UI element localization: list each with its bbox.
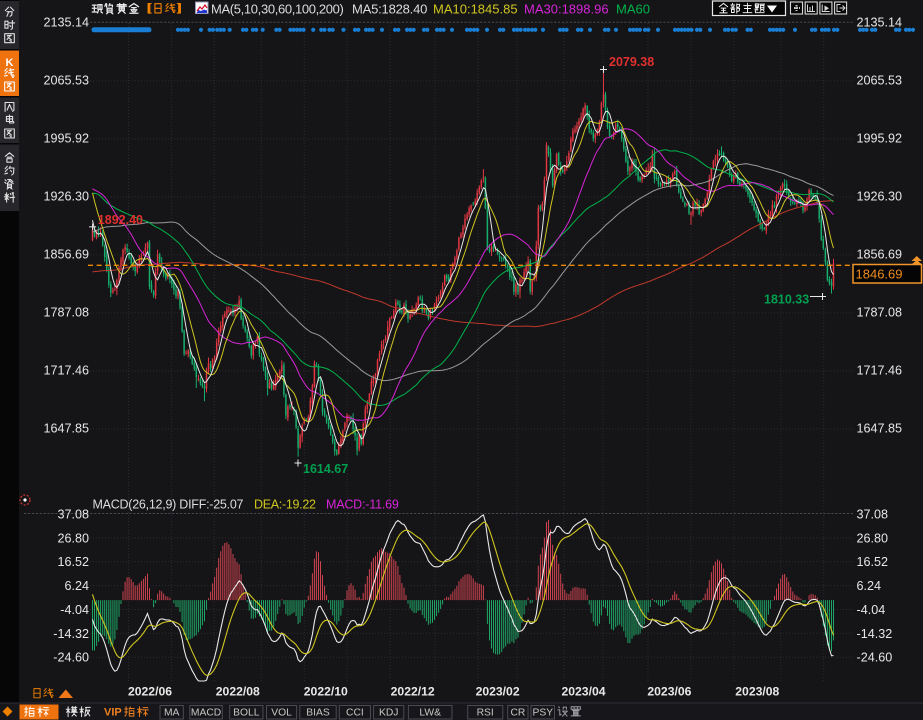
svg-text:1926.30: 1926.30 <box>857 190 903 204</box>
svg-text:6.24: 6.24 <box>64 579 89 593</box>
svg-text:1892.40: 1892.40 <box>98 213 143 227</box>
svg-text:BOLL: BOLL <box>233 708 260 719</box>
svg-text:1810.33: 1810.33 <box>764 293 809 307</box>
svg-text:2135.14: 2135.14 <box>43 16 89 30</box>
svg-text:-24.60: -24.60 <box>53 651 89 665</box>
svg-text:1926.30: 1926.30 <box>43 190 89 204</box>
svg-text:MACD: MACD <box>191 708 221 719</box>
svg-text:VOL: VOL <box>271 708 292 719</box>
svg-text:MACD(26,12,9) DIFF:-25.07: MACD(26,12,9) DIFF:-25.07 <box>93 498 244 512</box>
svg-text:1846.69: 1846.69 <box>856 267 903 282</box>
svg-text:K: K <box>6 57 14 69</box>
svg-text:2022/06: 2022/06 <box>128 685 172 699</box>
svg-text:2022/10: 2022/10 <box>304 685 348 699</box>
svg-text:26.80: 26.80 <box>57 532 89 546</box>
svg-text:-14.32: -14.32 <box>857 627 893 641</box>
svg-text:VIP: VIP <box>104 707 122 719</box>
svg-text:-14.32: -14.32 <box>53 627 89 641</box>
svg-text:2023/08: 2023/08 <box>735 685 779 699</box>
svg-text:MACD:-11.69: MACD:-11.69 <box>326 498 399 512</box>
svg-text:RSI: RSI <box>477 708 494 719</box>
svg-text:-24.60: -24.60 <box>857 651 893 665</box>
svg-text:2023/02: 2023/02 <box>476 685 520 699</box>
svg-text:MA60: MA60 <box>616 2 650 17</box>
svg-text:1856.69: 1856.69 <box>43 248 89 262</box>
svg-text:2022/08: 2022/08 <box>216 685 260 699</box>
svg-text:-4.04: -4.04 <box>857 603 886 617</box>
svg-text:BIAS: BIAS <box>306 708 330 719</box>
svg-text:MA10:1845.85: MA10:1845.85 <box>433 2 518 17</box>
svg-text:LW&: LW& <box>419 708 441 719</box>
svg-text:DEA:-19.22: DEA:-19.22 <box>254 498 316 512</box>
svg-text:1995.92: 1995.92 <box>857 132 903 146</box>
svg-text:37.08: 37.08 <box>57 508 89 522</box>
svg-text:2023/04: 2023/04 <box>561 685 605 699</box>
svg-text:1717.46: 1717.46 <box>43 364 89 378</box>
svg-text:1787.08: 1787.08 <box>43 306 89 320</box>
svg-text:1856.69: 1856.69 <box>857 248 903 262</box>
svg-text:2065.53: 2065.53 <box>43 74 89 88</box>
svg-text:16.52: 16.52 <box>57 555 89 569</box>
svg-text:2022/12: 2022/12 <box>391 685 435 699</box>
svg-text:1995.92: 1995.92 <box>43 132 89 146</box>
svg-text:2079.38: 2079.38 <box>609 55 654 69</box>
svg-text:2023/06: 2023/06 <box>647 685 691 699</box>
svg-text:MA5:1828.40: MA5:1828.40 <box>352 2 427 17</box>
svg-text:CCI: CCI <box>346 708 364 719</box>
svg-text:2135.14: 2135.14 <box>857 16 903 30</box>
svg-text:37.08: 37.08 <box>857 508 889 522</box>
svg-text:MA: MA <box>164 708 180 719</box>
svg-text:-4.04: -4.04 <box>60 603 89 617</box>
svg-text:16.52: 16.52 <box>857 555 889 569</box>
svg-text:1787.08: 1787.08 <box>857 306 903 320</box>
svg-text:2065.53: 2065.53 <box>857 74 903 88</box>
svg-text:6.24: 6.24 <box>857 579 882 593</box>
svg-text:CR: CR <box>510 708 525 719</box>
svg-text:MA30:1898.96: MA30:1898.96 <box>524 2 609 17</box>
svg-text:1647.85: 1647.85 <box>43 422 89 436</box>
svg-text:MA(5,10,30,60,100,200): MA(5,10,30,60,100,200) <box>211 2 344 17</box>
svg-text:1614.67: 1614.67 <box>303 462 348 476</box>
svg-text:1717.46: 1717.46 <box>857 364 903 378</box>
svg-text:KDJ: KDJ <box>379 708 398 719</box>
svg-text:PSY: PSY <box>532 708 553 719</box>
svg-text:26.80: 26.80 <box>857 532 889 546</box>
svg-text:1647.85: 1647.85 <box>857 422 903 436</box>
